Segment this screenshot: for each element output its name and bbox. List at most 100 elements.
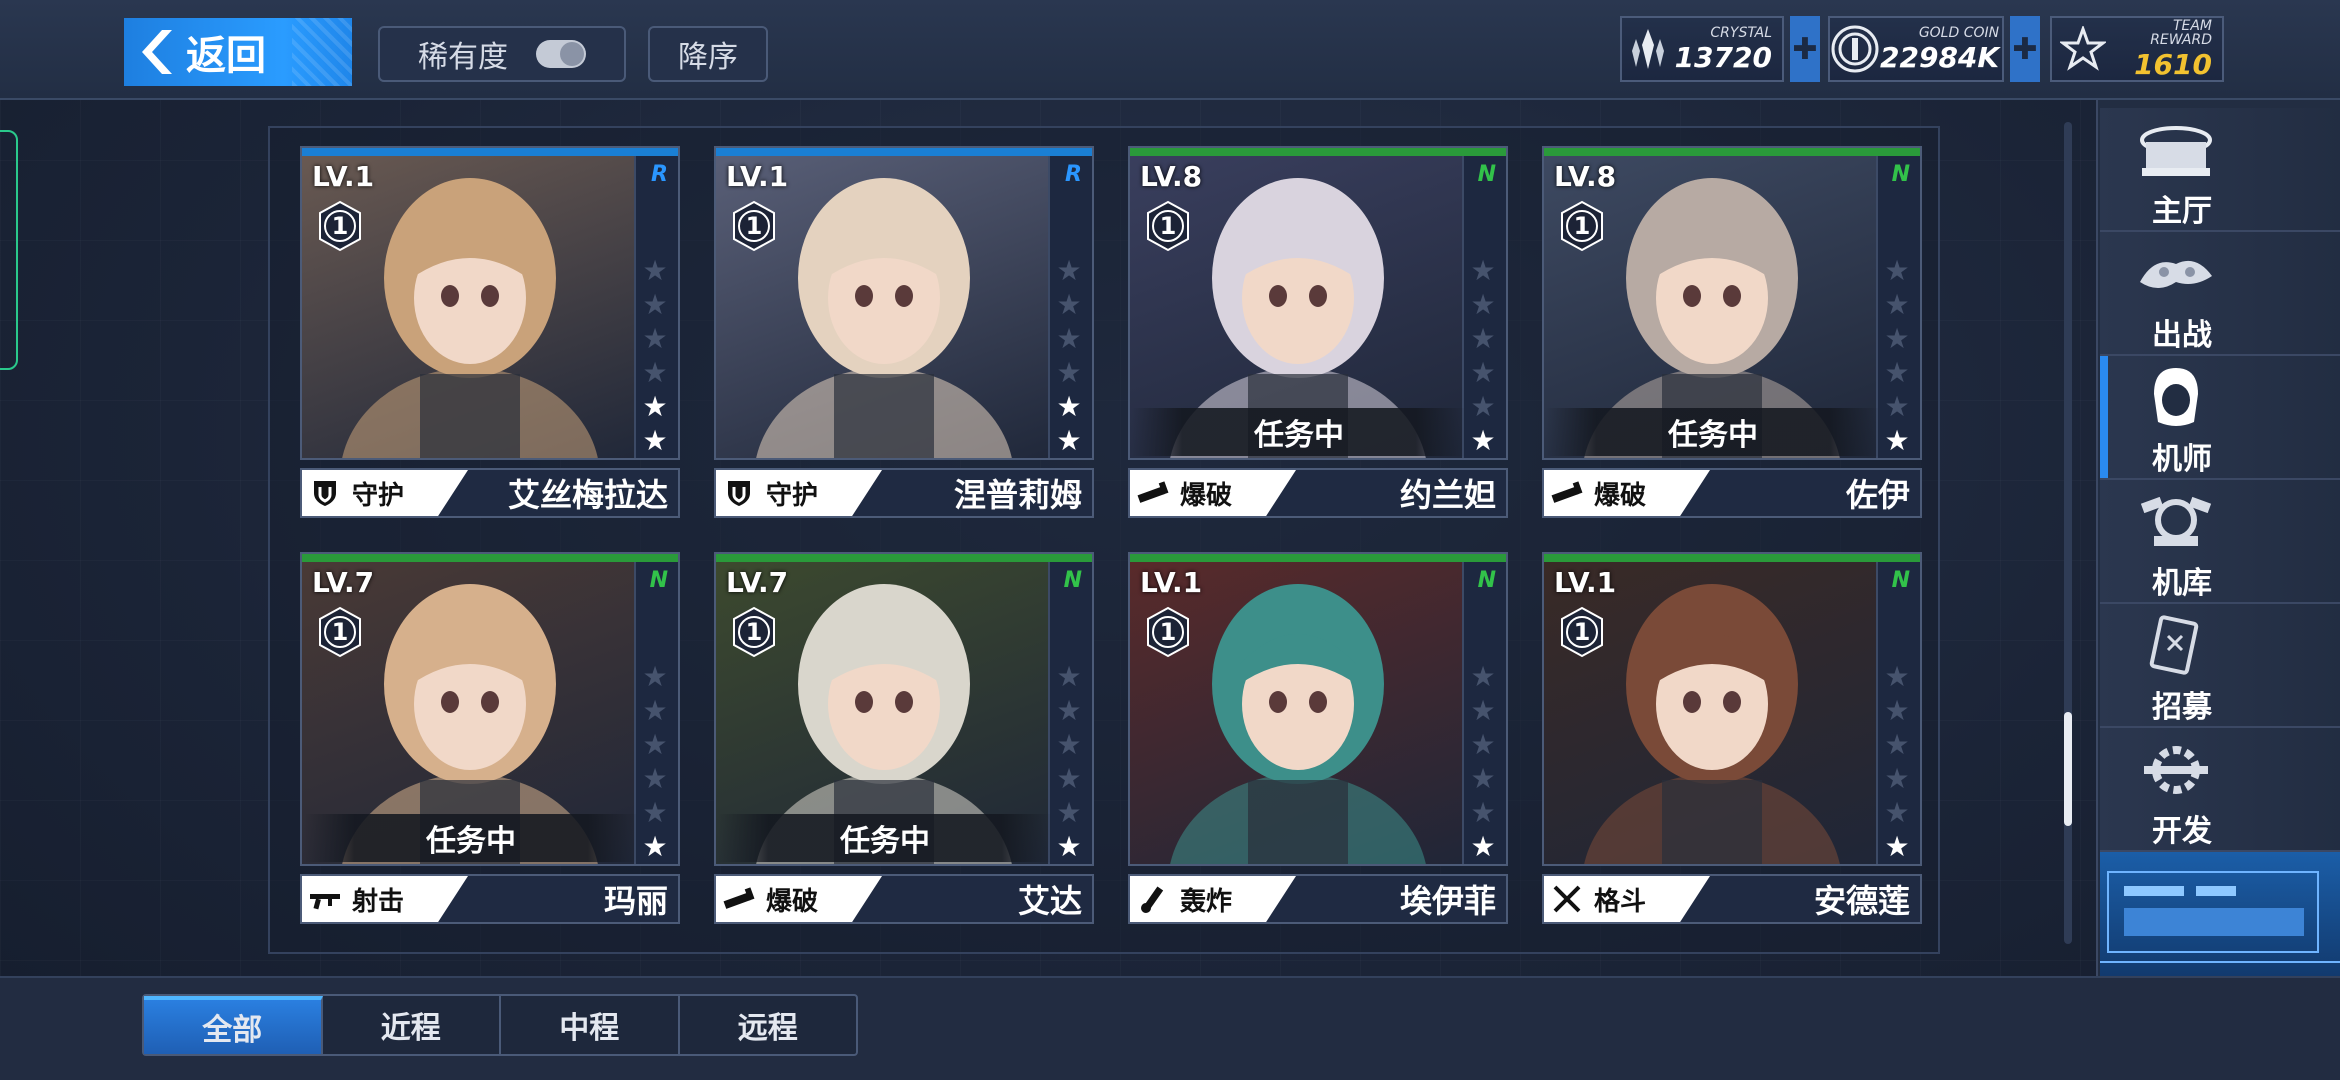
rank-badge: 1 bbox=[1142, 200, 1194, 252]
star-empty-icon: ★ bbox=[1884, 322, 1910, 355]
star-empty-icon: ★ bbox=[642, 288, 668, 321]
sidebar-item-label: 开发 bbox=[2152, 814, 2212, 849]
star-empty-icon: ★ bbox=[642, 322, 668, 355]
star-empty-icon: ★ bbox=[1884, 796, 1910, 829]
order-button[interactable]: 降序 bbox=[648, 26, 768, 82]
role-label: 守护 bbox=[352, 480, 405, 511]
mission-status-banner: 任务中 bbox=[1546, 408, 1880, 456]
pilot-info-bar: 轰炸 埃伊菲 bbox=[1128, 874, 1508, 924]
tab-mid-range-label: 中程 bbox=[559, 1011, 620, 1046]
level-label: LV.8 bbox=[1554, 160, 1617, 193]
sidebar-item-hangar[interactable]: 机库 bbox=[2100, 480, 2340, 604]
star-empty-icon: ★ bbox=[1884, 288, 1910, 321]
pilot-portrait-frame: ★ ★ ★ ★ ★ ★ N LV.8 1 任务中 bbox=[1128, 146, 1508, 460]
top-bar: 返回 稀有度 降序 CRYSTAL 13720 ✚ GOLD COIN 2298… bbox=[0, 0, 2340, 100]
star-empty-icon: ★ bbox=[1470, 322, 1496, 355]
star-column: ★ ★ ★ ★ ★ ★ bbox=[1048, 562, 1092, 864]
rank-badge: 1 bbox=[314, 200, 366, 252]
star-empty-icon: ★ bbox=[1470, 728, 1496, 761]
order-label: 降序 bbox=[678, 40, 738, 75]
gold-coin-value: 22984K bbox=[1880, 41, 2000, 74]
tab-short-range-label: 近程 bbox=[380, 1011, 441, 1046]
star-empty-icon: ★ bbox=[1884, 762, 1910, 795]
sidebar-item-develop-gear[interactable]: 开发 bbox=[2100, 728, 2340, 852]
star-filled-icon: ★ bbox=[1884, 424, 1910, 457]
role-tag: 守护 bbox=[302, 470, 468, 516]
sidebar-item-recruit-card[interactable]: 招募 bbox=[2100, 604, 2340, 728]
role-label: 爆破 bbox=[1180, 480, 1233, 511]
gold-coin-label: GOLD COIN bbox=[1918, 25, 2000, 41]
tab-short-range[interactable]: 近程 bbox=[323, 996, 501, 1054]
rarity-sort-label: 稀有度 bbox=[418, 40, 508, 75]
pilot-card[interactable]: ★ ★ ★ ★ ★ ★ N LV.1 1 轰炸 埃伊菲 bbox=[1128, 552, 1508, 926]
rarity-label: N bbox=[1063, 568, 1082, 593]
tab-mid-range[interactable]: 中程 bbox=[501, 996, 680, 1054]
gold-plus-button[interactable]: ✚ bbox=[2010, 16, 2040, 82]
pilot-portrait-frame: ★ ★ ★ ★ ★ ★ N LV.8 1 任务中 bbox=[1542, 146, 1922, 460]
sidebar-item-label: 机师 bbox=[2152, 442, 2212, 477]
role-tag: 守护 bbox=[716, 470, 882, 516]
pilot-portrait bbox=[342, 178, 598, 458]
star-empty-icon: ★ bbox=[1056, 660, 1082, 693]
star-empty-icon: ★ bbox=[1056, 288, 1082, 321]
pilot-card[interactable]: ★ ★ ★ ★ ★ ★ R LV.1 1 守护 艾丝梅拉达 bbox=[300, 146, 680, 520]
scrollbar-thumb[interactable] bbox=[2064, 712, 2072, 826]
rifle-icon bbox=[308, 883, 342, 915]
rarity-label: N bbox=[649, 568, 668, 593]
star-empty-icon: ★ bbox=[1884, 660, 1910, 693]
level-label: LV.7 bbox=[726, 566, 789, 599]
crossed-swords-icon bbox=[1550, 883, 1584, 915]
minimap-thumbnail[interactable] bbox=[2100, 852, 2340, 976]
rarity-bar bbox=[716, 554, 1092, 562]
pilot-portrait-frame: ★ ★ ★ ★ ★ ★ R LV.1 1 bbox=[714, 146, 1094, 460]
rarity-label: N bbox=[1891, 162, 1910, 187]
pilot-info-bar: 格斗 安德莲 bbox=[1542, 874, 1922, 924]
star-empty-icon: ★ bbox=[1056, 694, 1082, 727]
star-column: ★ ★ ★ ★ ★ ★ bbox=[634, 562, 678, 864]
pilot-card[interactable]: ★ ★ ★ ★ ★ ★ N LV.8 1 任务中 爆破 佐伊 bbox=[1542, 146, 1922, 520]
star-empty-icon: ★ bbox=[1470, 288, 1496, 321]
rank-value: 1 bbox=[1573, 618, 1591, 646]
sidebar-item-label: 机库 bbox=[2152, 566, 2212, 601]
back-button[interactable]: 返回 bbox=[124, 18, 352, 86]
rarity-bar bbox=[1130, 554, 1506, 562]
pilot-card[interactable]: ★ ★ ★ ★ ★ ★ N LV.8 1 任务中 爆破 约兰妲 bbox=[1128, 146, 1508, 520]
rank-value: 1 bbox=[331, 212, 349, 240]
rocket-launcher-icon bbox=[1550, 477, 1584, 509]
level-label: LV.1 bbox=[1554, 566, 1617, 599]
rank-value: 1 bbox=[1573, 212, 1591, 240]
rank-badge: 1 bbox=[728, 200, 780, 252]
star-empty-icon: ★ bbox=[1056, 322, 1082, 355]
pilot-info-bar: 爆破 艾达 bbox=[714, 874, 1094, 924]
pilot-card[interactable]: ★ ★ ★ ★ ★ ★ N LV.1 1 格斗 安德莲 bbox=[1542, 552, 1922, 926]
tab-all[interactable]: 全部 bbox=[144, 996, 323, 1054]
sidebar-item-sortie[interactable]: 出战 bbox=[2100, 232, 2340, 356]
level-label: LV.7 bbox=[312, 566, 375, 599]
edge-handle[interactable] bbox=[0, 130, 18, 370]
sidebar-item-hall[interactable]: 主厅 bbox=[2100, 108, 2340, 232]
crystal-plus-button[interactable]: ✚ bbox=[1790, 16, 1820, 82]
role-tag: 射击 bbox=[302, 876, 468, 922]
star-filled-icon: ★ bbox=[1056, 424, 1082, 457]
hall-icon bbox=[2134, 116, 2218, 184]
shield-icon bbox=[308, 477, 342, 509]
rarity-sort-button[interactable]: 稀有度 bbox=[378, 26, 626, 82]
tab-long-range[interactable]: 远程 bbox=[680, 996, 857, 1054]
pilot-card[interactable]: ★ ★ ★ ★ ★ ★ N LV.7 1 任务中 爆破 艾达 bbox=[714, 552, 1094, 926]
star-filled-icon: ★ bbox=[642, 830, 668, 863]
star-empty-icon: ★ bbox=[642, 254, 668, 287]
pilot-info-bar: 守护 艾丝梅拉达 bbox=[300, 468, 680, 518]
crystal-counter: CRYSTAL 13720 bbox=[1620, 16, 1784, 82]
rank-value: 1 bbox=[1159, 212, 1177, 240]
team-reward-label: TEAM REWARD bbox=[2150, 18, 2212, 48]
rarity-bar bbox=[302, 554, 678, 562]
rarity-label: R bbox=[1065, 162, 1082, 187]
pilot-card[interactable]: ★ ★ ★ ★ ★ ★ R LV.1 1 守护 涅普莉姆 bbox=[714, 146, 1094, 520]
star-empty-icon: ★ bbox=[1470, 796, 1496, 829]
sidebar-item-pilot[interactable]: 机师 bbox=[2100, 356, 2340, 480]
role-tag: 格斗 bbox=[1544, 876, 1710, 922]
pilot-card[interactable]: ★ ★ ★ ★ ★ ★ N LV.7 1 任务中 射击 玛丽 bbox=[300, 552, 680, 926]
star-empty-icon: ★ bbox=[1884, 694, 1910, 727]
role-label: 爆破 bbox=[766, 886, 819, 917]
role-tag: 爆破 bbox=[1130, 470, 1296, 516]
